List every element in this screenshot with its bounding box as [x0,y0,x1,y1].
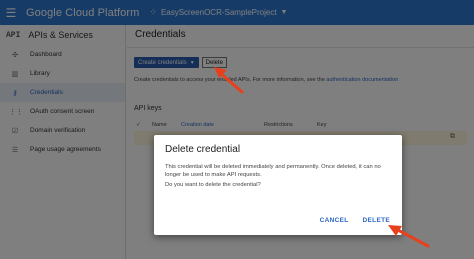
dialog-question: Do you want to delete the credential? [165,182,261,188]
dialog-title: Delete credential [165,144,241,155]
dialog-message: This credential will be deleted immediat… [165,164,381,178]
cancel-button[interactable]: CANCEL [320,217,349,224]
confirm-delete-button[interactable]: DELETE [363,217,390,224]
dialog-actions: CANCEL DELETE [320,217,390,224]
delete-credential-dialog: Delete credential This credential will b… [154,135,402,235]
